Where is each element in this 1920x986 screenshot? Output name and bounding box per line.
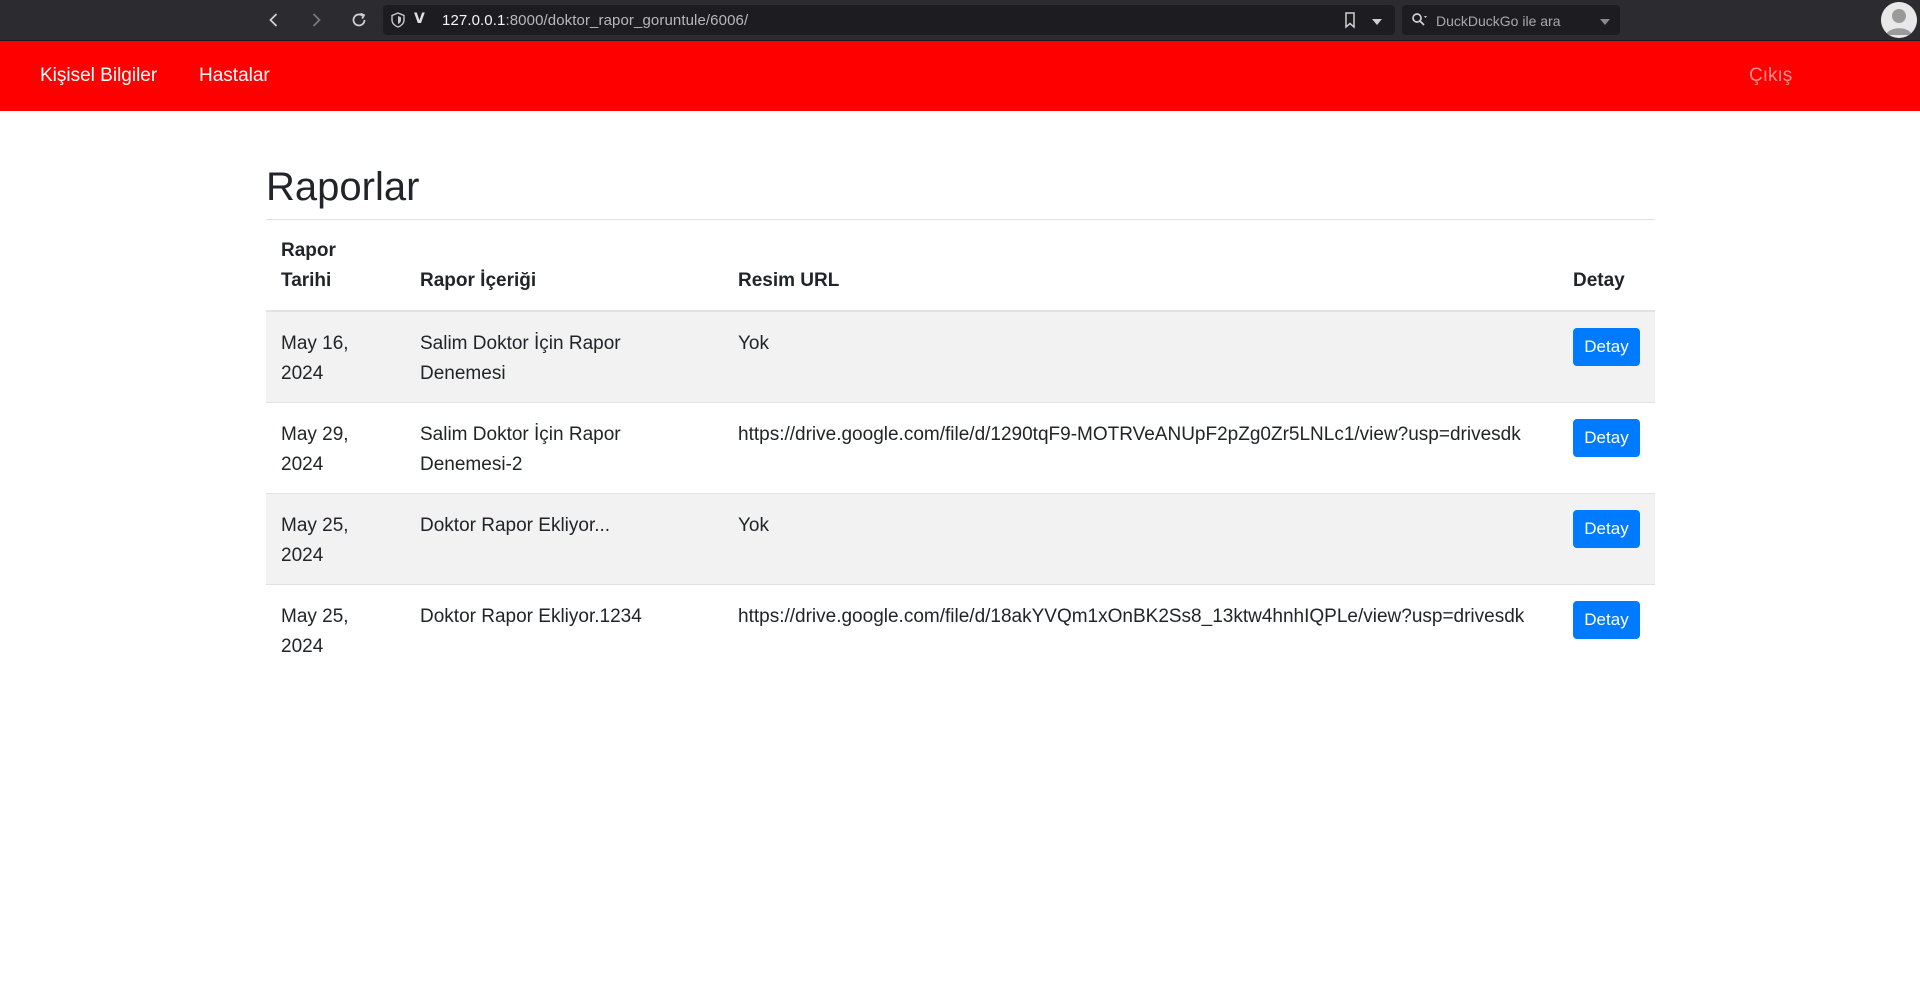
url-text[interactable]: 127.0.0.1:8000/doktor_rapor_goruntule/60… [442, 12, 748, 29]
detail-button[interactable]: Detay [1573, 509, 1640, 548]
cell-date: May 16, 2024 [266, 310, 405, 402]
header-date: Rapor Tarihi [266, 220, 405, 312]
bookmark-icon[interactable] [1343, 11, 1357, 34]
reports-table: Rapor Tarihi Rapor İçeriği Resim URL Det… [266, 220, 1655, 675]
detail-button[interactable]: Detay [1573, 418, 1640, 457]
profile-avatar-icon[interactable] [1881, 2, 1917, 38]
reload-button[interactable] [345, 6, 373, 34]
header-image-url: Resim URL [723, 220, 1558, 312]
cell-image-url: Yok [723, 310, 1558, 402]
cell-date: May 29, 2024 [266, 401, 405, 493]
table-header-row: Rapor Tarihi Rapor İçeriği Resim URL Det… [266, 220, 1655, 312]
url-host: 127.0.0.1 [442, 12, 506, 29]
cell-detail: Detay [1558, 401, 1655, 493]
cell-date: May 25, 2024 [266, 492, 405, 584]
cell-content: Doktor Rapor Ekliyor.1234 [405, 583, 723, 675]
back-button[interactable] [260, 6, 288, 34]
nav-personal-info-link[interactable]: Kişisel Bilgiler [40, 65, 157, 87]
address-bar[interactable]: V 127.0.0.1:8000/doktor_rapor_goruntule/… [383, 5, 1395, 35]
cell-image-url: https://drive.google.com/file/d/18akYVQm… [723, 583, 1558, 675]
cell-detail: Detay [1558, 492, 1655, 584]
header-detail: Detay [1558, 220, 1655, 312]
page-title: Raporlar [266, 165, 420, 209]
cell-date: May 25, 2024 [266, 583, 405, 675]
table-row: May 25, 2024 Doktor Rapor Ekliyor.1234 h… [266, 583, 1655, 675]
chevron-right-icon [312, 13, 321, 27]
search-placeholder: DuckDuckGo ile ara [1436, 13, 1561, 29]
cell-image-url: https://drive.google.com/file/d/1290tqF9… [723, 401, 1558, 493]
search-bar[interactable]: DuckDuckGo ile ara [1402, 5, 1620, 35]
chevron-left-icon [269, 13, 278, 27]
table-row: May 16, 2024 Salim Doktor İçin Rapor Den… [266, 310, 1655, 402]
cell-content: Salim Doktor İçin Rapor Denemesi-2 [405, 401, 723, 493]
cell-detail: Detay [1558, 583, 1655, 675]
reload-icon [352, 12, 366, 27]
cell-content: Salim Doktor İçin Rapor Denemesi [405, 310, 723, 402]
shield-icon [391, 12, 405, 33]
cell-image-url: Yok [723, 492, 1558, 584]
nav-patients-link[interactable]: Hastalar [199, 65, 270, 87]
detail-button[interactable]: Detay [1573, 328, 1640, 366]
browser-toolbar: V 127.0.0.1:8000/doktor_rapor_goruntule/… [0, 0, 1920, 41]
nav-logout-link[interactable]: Çıkış [1749, 65, 1792, 87]
header-content: Rapor İçeriği [405, 220, 723, 312]
detail-button[interactable]: Detay [1573, 600, 1640, 639]
browser-logo-icon: V [414, 11, 425, 27]
caret-down-icon[interactable] [1599, 14, 1611, 32]
table-row: May 29, 2024 Salim Doktor İçin Rapor Den… [266, 401, 1655, 493]
forward-button[interactable] [302, 6, 330, 34]
table-row: May 25, 2024 Doktor Rapor Ekliyor... Yok… [266, 492, 1655, 584]
search-icon [1411, 12, 1429, 33]
url-path: :8000/doktor_rapor_goruntule/6006/ [505, 12, 749, 29]
caret-down-icon[interactable] [1371, 14, 1383, 32]
cell-content: Doktor Rapor Ekliyor... [405, 492, 723, 584]
cell-detail: Detay [1558, 310, 1655, 402]
app-navbar: Kişisel Bilgiler Hastalar Çıkış [0, 41, 1920, 111]
